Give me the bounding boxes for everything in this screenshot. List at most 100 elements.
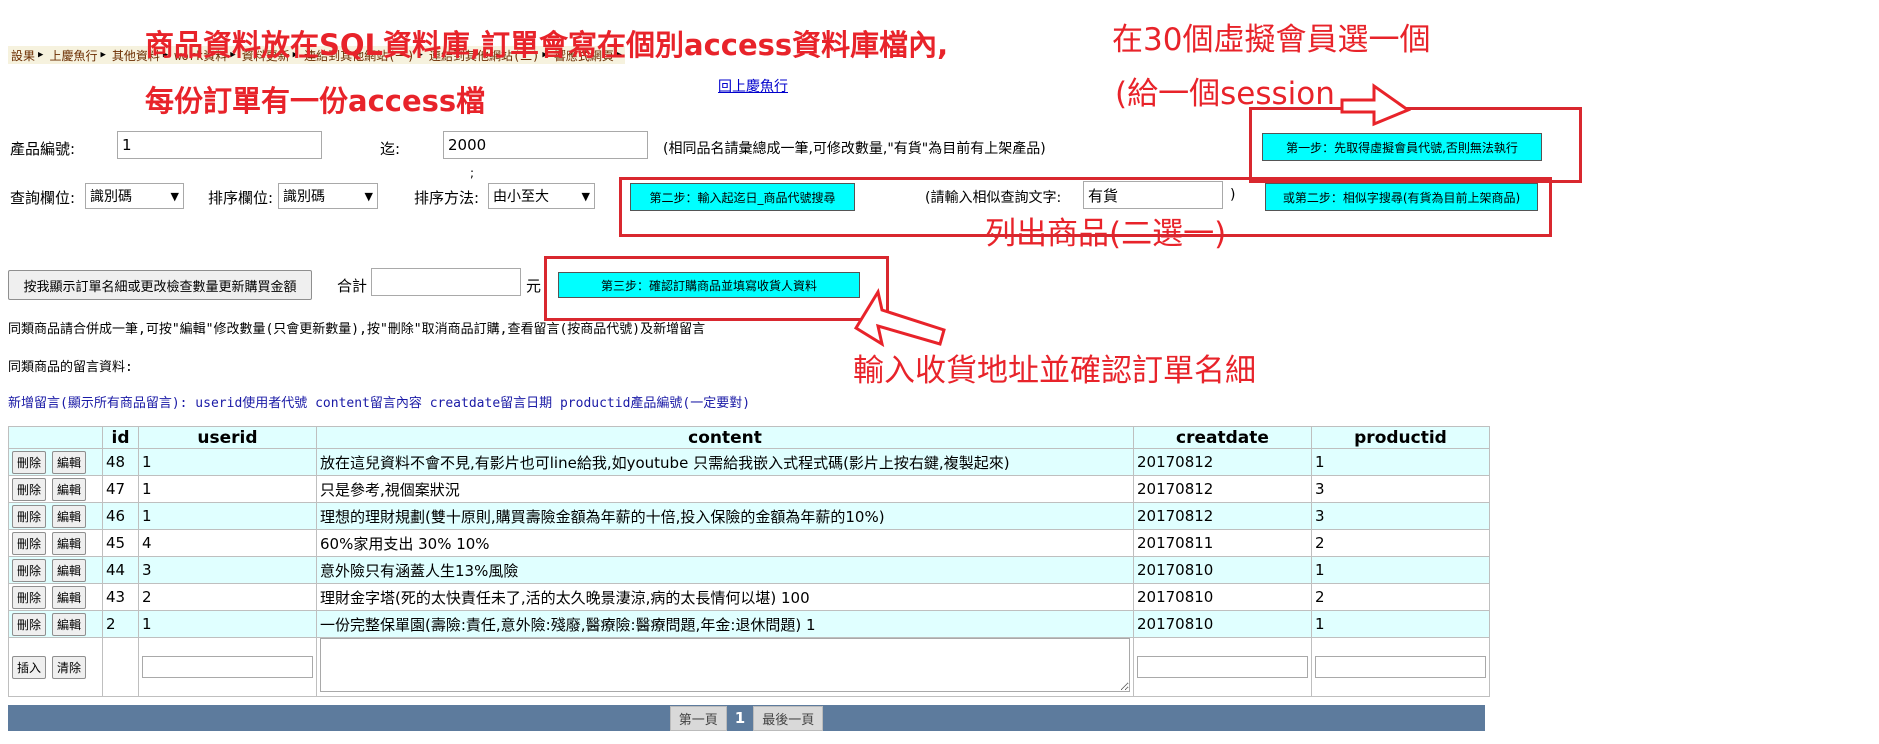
cell-productid: 3 <box>1311 502 1490 530</box>
back-to-home-link[interactable]: 回上慶魚行 <box>718 76 788 96</box>
sort-field-select[interactable]: 識別碼 ▼ <box>278 183 378 209</box>
current-page-number: 1 <box>734 709 746 727</box>
first-page-button[interactable]: 第一頁 <box>669 705 727 731</box>
grid-header-cell: creatdate <box>1133 426 1312 449</box>
grid-header-row: id userid content creatdate productid <box>8 426 1490 449</box>
cell-id: 2 <box>102 610 139 638</box>
insert-id-cell <box>102 637 139 697</box>
step2b-similar-search-button[interactable]: 或第二步：相似字搜尋(有貨為目前上架商品) <box>1265 183 1538 211</box>
step3-confirm-order-button[interactable]: 第三步：確認訂購商品並填寫收貨人資料 <box>558 272 860 298</box>
cell-userid: 1 <box>138 448 317 476</box>
row-actions: 刪除 編輯 <box>8 556 103 584</box>
edit-button[interactable]: 編輯 <box>52 450 87 474</box>
cell-userid: 3 <box>138 556 317 584</box>
cell-content: 一份完整保單園(壽險:責任,意外險:殘廢,醫療險:醫療問題,年金:退休問題) 1 <box>316 610 1134 638</box>
row-actions: 刪除 編輯 <box>8 529 103 557</box>
comments-grid: id userid content creatdate productid 刪除 編輯 48… <box>8 426 1490 697</box>
cell-userid: 1 <box>138 610 317 638</box>
separator-text: ; <box>470 166 475 180</box>
edit-button[interactable]: 編輯 <box>52 477 87 501</box>
menu-item-label: 設果 <box>11 48 36 63</box>
product-id-end-label: 迄: <box>380 140 401 158</box>
menu-item[interactable]: 設果 ▶ <box>8 47 46 64</box>
cell-productid: 2 <box>1311 583 1490 611</box>
arrow-up-left-icon <box>853 288 946 348</box>
similar-text-input[interactable] <box>1083 181 1223 209</box>
insert-productid-cell <box>1311 637 1490 697</box>
search-hint: (相同品名請彙總成一筆,可修改數量,"有貨"為目前有上架產品) <box>663 141 1046 157</box>
query-field-select[interactable]: 識別碼 ▼ <box>85 183 184 209</box>
clear-button[interactable]: 清除 <box>52 655 87 679</box>
cell-creatdate: 20170810 <box>1133 556 1312 584</box>
cell-content: 放在這兒資料不會不見,有影片也可line給我,如youtube 只需給我嵌入式程… <box>316 448 1134 476</box>
edit-button[interactable]: 編輯 <box>52 612 87 636</box>
table-row: 刪除 編輯 48 1 放在這兒資料不會不見,有影片也可line給我,如youtube 只… <box>8 448 1490 476</box>
cell-productid: 3 <box>1311 475 1490 503</box>
insert-content-cell <box>316 637 1134 697</box>
grid-header-cell <box>8 426 103 449</box>
sort-method-select[interactable]: 由小至大 ▼ <box>488 183 595 209</box>
new-userid-input[interactable] <box>142 656 313 678</box>
total-label: 合計 <box>337 277 368 295</box>
cell-content: 意外險只有涵蓋人生13%風險 <box>316 556 1134 584</box>
show-order-button[interactable]: 按我顯示訂單名細或更改檢查數量更新購買金額 <box>8 270 312 300</box>
grid-header-cell: userid <box>138 426 317 449</box>
insert-userid-cell <box>138 637 317 697</box>
new-productid-input[interactable] <box>1315 656 1486 678</box>
row-actions: 刪除 編輯 <box>8 610 103 638</box>
step1-get-member-button[interactable]: 第一步：先取得虛擬會員代號,否則無法執行 <box>1262 133 1542 161</box>
table-row: 刪除 編輯 2 1 一份完整保單園(壽險:責任,意外險:殘廢,醫療險:醫療問題,年金:退… <box>8 610 1490 638</box>
product-id-label: 產品編號: <box>10 140 76 158</box>
insert-row: 插入 清除 <box>8 637 1490 697</box>
step2-search-button[interactable]: 第二步：輸入起迄日_商品代號搜尋 <box>630 183 855 211</box>
cell-content: 理財金字塔(死的太快責任未了,活的太久晚景淒涼,病的太長情何以堪) 100 <box>316 583 1134 611</box>
delete-button[interactable]: 刪除 <box>12 477 47 501</box>
cell-id: 45 <box>102 529 139 557</box>
edit-button[interactable]: 編輯 <box>52 558 87 582</box>
cell-userid: 4 <box>138 529 317 557</box>
product-id-end-input[interactable] <box>443 131 648 159</box>
arrow-right-icon <box>1340 83 1412 127</box>
pager-bar: 第一頁 1 最後一頁 <box>8 705 1485 731</box>
product-id-start-input[interactable] <box>117 131 322 159</box>
cell-creatdate: 20170810 <box>1133 583 1312 611</box>
query-field-value: 識別碼 <box>90 189 132 205</box>
insert-actions: 插入 清除 <box>8 637 103 697</box>
grid-header-cell: productid <box>1311 426 1490 449</box>
new-creatdate-input[interactable] <box>1137 656 1308 678</box>
delete-button[interactable]: 刪除 <box>12 612 47 636</box>
cell-creatdate: 20170812 <box>1133 502 1312 530</box>
new-content-input[interactable] <box>320 638 1130 692</box>
cell-userid: 1 <box>138 502 317 530</box>
row-actions: 刪除 編輯 <box>8 448 103 476</box>
total-amount-input[interactable] <box>371 268 521 296</box>
chevron-down-icon: ▼ <box>364 189 373 203</box>
cell-id: 47 <box>102 475 139 503</box>
delete-button[interactable]: 刪除 <box>12 558 47 582</box>
delete-button[interactable]: 刪除 <box>12 531 47 555</box>
table-row: 刪除 編輯 46 1 理想的理財規劃(雙十原則,購買壽險金額為年薪的十倍,投入保險的金額… <box>8 502 1490 530</box>
insert-button[interactable]: 插入 <box>12 655 47 679</box>
cell-productid: 1 <box>1311 610 1490 638</box>
cell-productid: 1 <box>1311 448 1490 476</box>
table-row: 刪除 編輯 43 2 理財金字塔(死的太快責任未了,活的太久晚景淒涼,病的太長情何以堪)… <box>8 583 1490 611</box>
note-merge-items: 同類商品請合併成一筆,可按"編輯"修改數量(只會更新數量),按"刪除"取消商品訂… <box>8 322 706 337</box>
chevron-down-icon: ▼ <box>581 189 590 203</box>
sort-method-label: 排序方法: <box>414 189 480 207</box>
menu-item[interactable]: 上慶魚行 ▶ <box>46 47 108 64</box>
cell-creatdate: 20170812 <box>1133 475 1312 503</box>
cell-creatdate: 20170812 <box>1133 448 1312 476</box>
delete-button[interactable]: 刪除 <box>12 504 47 528</box>
chevron-down-icon: ▼ <box>170 189 179 203</box>
delete-button[interactable]: 刪除 <box>12 585 47 609</box>
edit-button[interactable]: 編輯 <box>52 585 87 609</box>
edit-button[interactable]: 編輯 <box>52 531 87 555</box>
cell-userid: 2 <box>138 583 317 611</box>
delete-button[interactable]: 刪除 <box>12 450 47 474</box>
last-page-button[interactable]: 最後一頁 <box>753 705 824 731</box>
menu-arrow-icon: ▶ <box>38 50 44 60</box>
note-comments-heading: 同類商品的留言資料: <box>8 360 133 375</box>
edit-button[interactable]: 編輯 <box>52 504 87 528</box>
sort-field-label: 排序欄位: <box>208 189 274 207</box>
grid-header-cell: content <box>316 426 1134 449</box>
